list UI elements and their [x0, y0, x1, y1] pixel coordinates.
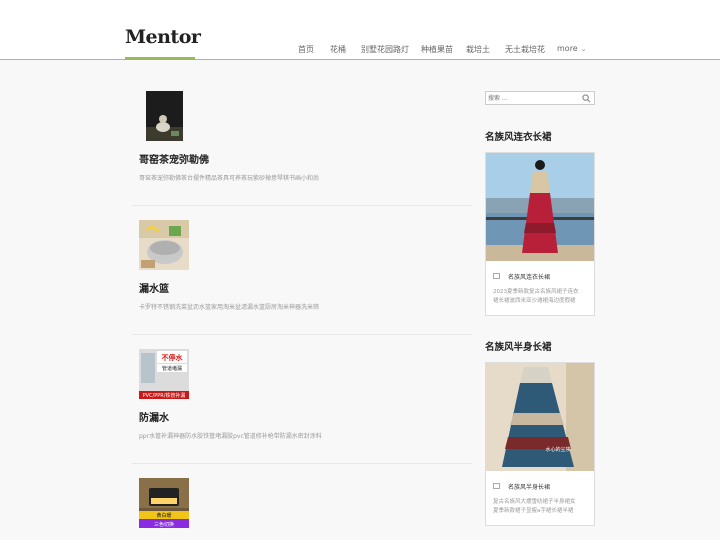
post-item: 黄白暖 三色切换	[132, 478, 472, 540]
nav-item-soil[interactable]: 栽培土	[466, 44, 490, 55]
post-thumbnail[interactable]: 不停水 管道堵漏 PVC/PPR/铁管补漏	[139, 349, 189, 399]
site-logo[interactable]: Mentor	[125, 26, 201, 48]
widget-caption[interactable]: 名族风连衣长裙	[508, 272, 550, 281]
post-divider	[132, 334, 472, 335]
thumb-text-pipe: 管道堵漏	[162, 365, 182, 372]
image-icon	[493, 483, 500, 489]
search-icon[interactable]	[582, 94, 591, 103]
nav-item-more[interactable]: more ⌄	[557, 44, 587, 53]
chevron-down-icon: ⌄	[580, 45, 587, 53]
post-thumbnail[interactable]	[146, 91, 183, 141]
post-description: 哥窑茶宠弥勒佛茶台摆件精品茶具可养茶玩紫砂禅意琴棋书画小和尚	[139, 175, 320, 182]
widget-text-line: 裙长裙波西米亚沙滩裙海边度假裙	[493, 298, 576, 304]
post-divider	[132, 205, 472, 206]
widget-title: 名族风连衣长裙	[485, 132, 552, 143]
post-item: 漏水篮 卡罗特不锈钢洗菜盆沥水篮家用淘米盆滤漏水篮厨房淘米神器洗米筛	[132, 220, 472, 330]
widget-text-line: 复古名族风大摆雪纺裙子半身裙女	[493, 499, 576, 505]
thumb-text-stop: 不停水	[162, 353, 184, 362]
site-header: Mentor 首页 花桶 别墅花园路灯 种植果苗 栽培土 无土栽培花 more ⌄	[0, 0, 720, 60]
widget-image[interactable]	[486, 153, 594, 261]
nav-item-home[interactable]: 首页	[298, 44, 314, 55]
post-description: 卡罗特不锈钢洗菜盆沥水篮家用淘米盆滤漏水篮厨房淘米神器洗米筛	[139, 304, 320, 311]
search-input[interactable]	[488, 93, 580, 103]
widget-card[interactable]: 水心的尘埃 名族风半身长裙 复古名族风大摆雪纺裙子半身裙女 夏季新款裙子显瘦a字…	[485, 362, 595, 526]
nav-item-fruit-seedlings[interactable]: 种植果苗	[421, 44, 453, 55]
nav-item-soilless[interactable]: 无土栽培花	[505, 44, 545, 55]
widget-image[interactable]: 水心的尘埃	[486, 363, 594, 471]
thumb-text-color: 黄白暖	[156, 512, 171, 519]
post-title[interactable]: 哥窑茶宠弥勒佛	[139, 151, 209, 166]
nav-item-flower-bucket[interactable]: 花桶	[330, 44, 346, 55]
thumb-text-repair: PVC/PPR/铁管补漏	[143, 392, 186, 399]
widget-title: 名族风半身长裙	[485, 342, 552, 353]
thumb-text-switch: 三色切换	[154, 521, 174, 528]
widget-caption[interactable]: 名族风半身长裙	[508, 482, 550, 491]
logo-underline	[125, 57, 195, 60]
post-title[interactable]: 防漏水	[139, 409, 169, 424]
search-box	[485, 91, 595, 105]
widget-text-line: 2023夏季新款复古名族风裙子连衣	[493, 289, 579, 295]
post-divider	[132, 463, 472, 464]
watermark-text: 水心的尘埃	[545, 446, 570, 453]
post-item: 不停水 管道堵漏 PVC/PPR/铁管补漏 防漏水 ppr水管补漏神器防水胶铁管…	[132, 349, 472, 459]
widget-text-line: 夏季新款裙子显瘦a字裙长裙半裙	[493, 508, 574, 514]
widget-card[interactable]: 名族风连衣长裙 2023夏季新款复古名族风裙子连衣 裙长裙波西米亚沙滩裙海边度假…	[485, 152, 595, 316]
post-description: ppr水管补漏神器防水胶铁管堵漏胶pvc管道修补枪带防漏水密封涂料	[139, 433, 322, 440]
nav-more-label: more	[557, 44, 578, 53]
image-icon	[493, 273, 500, 279]
nav-item-garden-lights[interactable]: 别墅花园路灯	[361, 44, 409, 55]
post-thumbnail[interactable]: 黄白暖 三色切换	[139, 478, 189, 528]
post-thumbnail[interactable]	[139, 220, 189, 270]
post-title[interactable]: 漏水篮	[139, 280, 169, 295]
post-item: 哥窑茶宠弥勒佛 哥窑茶宠弥勒佛茶台摆件精品茶具可养茶玩紫砂禅意琴棋书画小和尚	[132, 91, 472, 201]
